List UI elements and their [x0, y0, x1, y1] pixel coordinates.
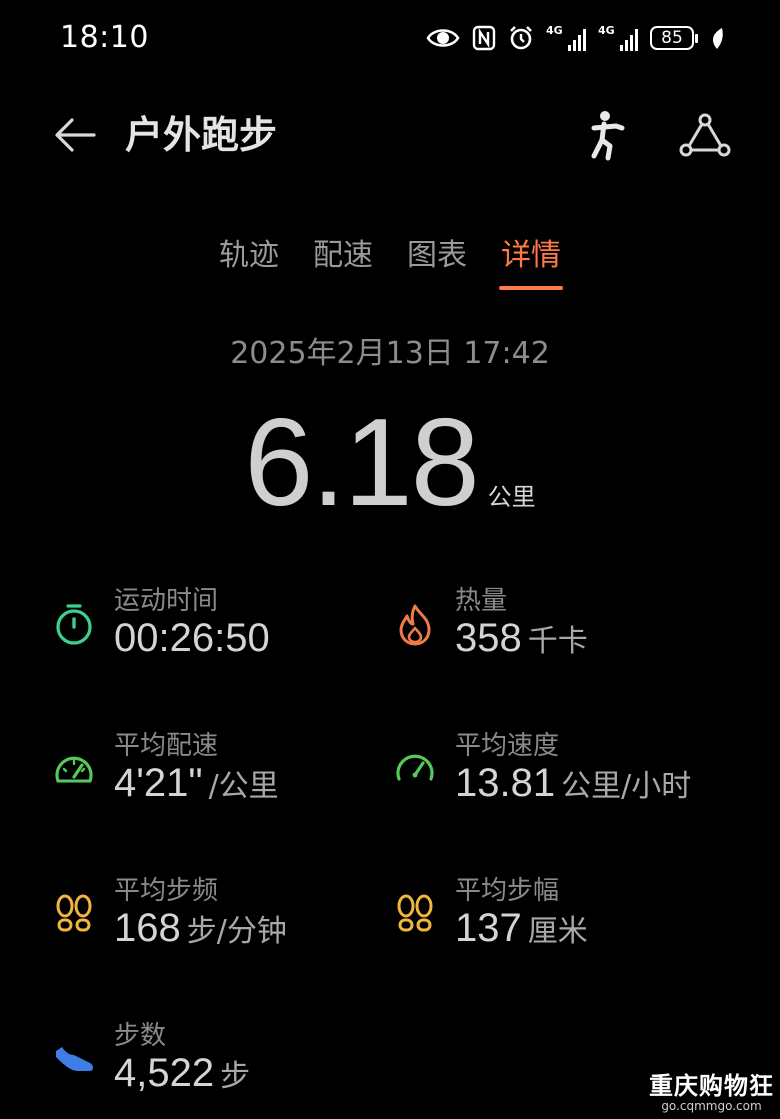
stat-value: 00:26:50 — [114, 616, 270, 660]
status-icons: 4G 4G 85 — [426, 22, 724, 54]
stat-avg-pace: 平均配速 4'21"/公里 — [52, 725, 382, 825]
workout-detail-screen: 18:10 4G 4G 85 户外跑步 轨迹 配速 图表 详情 2025年2月1… — [0, 0, 780, 1119]
runner-icon[interactable] — [582, 108, 630, 162]
stat-avg-stride: 平均步幅 137 厘米 — [393, 870, 723, 970]
stat-label: 平均步幅 — [455, 876, 560, 906]
speedometer-icon — [55, 756, 93, 783]
stat-unit: 步 — [220, 1059, 251, 1094]
stat-value: 4,522 — [114, 1051, 215, 1095]
route-icon[interactable] — [678, 110, 732, 160]
status-time: 18:10 — [60, 20, 149, 55]
stat-value: 358 — [455, 616, 522, 660]
footprints-icon — [397, 894, 433, 932]
signal-4g-icon: 4G — [546, 25, 586, 51]
tab-pace[interactable]: 配速 — [313, 228, 373, 284]
stat-value: 137 — [455, 906, 522, 950]
stat-unit: 千卡 — [527, 624, 588, 659]
distance-value: 6.18 — [244, 394, 479, 532]
watermark: 重庆购物狂 go.cqmmgo.com — [649, 1066, 774, 1113]
stat-value: 168 — [114, 906, 181, 950]
stat-label: 热量 — [455, 586, 508, 616]
leaf-icon — [712, 28, 723, 49]
stat-value: 13.81 — [455, 761, 556, 805]
stat-label: 平均步频 — [114, 876, 219, 906]
stat-avg-cadence: 平均步频 168 步/分钟 — [52, 870, 382, 970]
flame-icon — [399, 604, 431, 646]
stat-value: 4'21" — [114, 761, 203, 805]
tab-track[interactable]: 轨迹 — [219, 228, 279, 284]
stat-steps: 步数 4,522 步 — [52, 1015, 382, 1115]
nfc-icon — [472, 25, 496, 51]
eye-icon — [426, 29, 460, 47]
distance-unit: 公里 — [487, 483, 536, 511]
stat-unit: 厘米 — [527, 914, 588, 949]
stat-duration: 运动时间 00:26:50 — [52, 580, 382, 680]
stat-label: 平均配速 — [114, 731, 219, 761]
battery-icon: 85 — [650, 26, 698, 50]
alarm-icon — [510, 26, 532, 50]
battery-level: 85 — [650, 26, 694, 50]
stat-unit: 公里/小时 — [561, 769, 692, 804]
stat-label: 步数 — [114, 1021, 167, 1051]
stat-avg-speed: 平均速度 13.81 公里/小时 — [393, 725, 723, 825]
watermark-title: 重庆购物狂 — [649, 1072, 774, 1100]
tab-charts[interactable]: 图表 — [407, 228, 467, 284]
footprints-icon — [56, 894, 92, 932]
distance-summary: 6.18 公里 — [0, 392, 780, 534]
stopwatch-icon — [56, 604, 92, 645]
watermark-subtitle: go.cqmmgo.com — [661, 1099, 762, 1113]
stat-label: 平均速度 — [455, 731, 560, 761]
workout-datetime: 2025年2月13日 17:42 — [230, 336, 550, 371]
page-title: 户外跑步 — [125, 113, 278, 157]
shoe-icon — [56, 1047, 93, 1071]
signal-4g-icon-2: 4G — [598, 25, 638, 51]
stat-label: 运动时间 — [114, 586, 219, 616]
tab-details[interactable]: 详情 — [499, 228, 563, 290]
gauge-icon — [396, 754, 434, 781]
back-arrow-icon[interactable] — [50, 110, 100, 160]
stat-calories: 热量 358 千卡 — [393, 580, 723, 680]
stat-unit: /公里 — [208, 769, 279, 804]
tab-bar: 轨迹 配速 图表 详情 — [0, 228, 780, 290]
stat-unit: 步/分钟 — [186, 914, 287, 949]
